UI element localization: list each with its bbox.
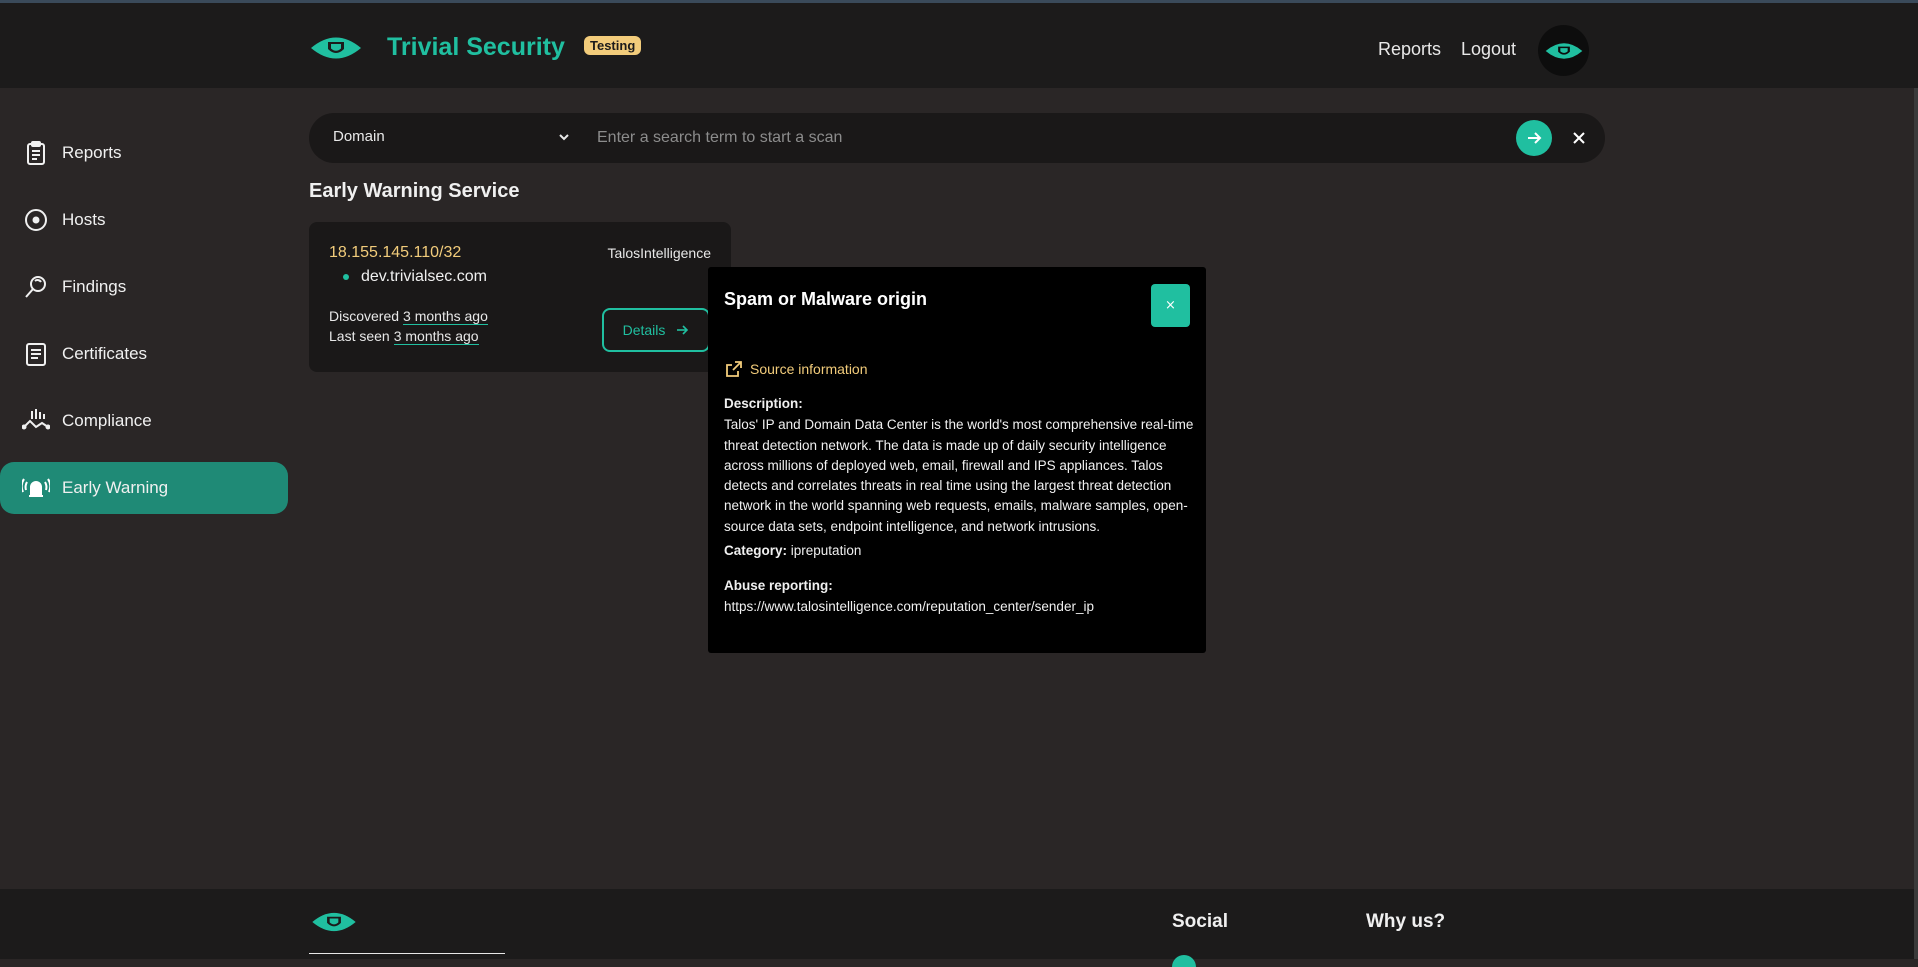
- early-warning-card: 18.155.145.110/32 TalosIntelligence dev.…: [309, 222, 731, 372]
- search-input[interactable]: [597, 126, 1497, 150]
- abuse-url[interactable]: https://www.talosintelligence.com/reputa…: [724, 597, 1194, 617]
- finding-detail-modal: Spam or Malware origin × Source informat…: [708, 267, 1206, 653]
- discovered-value: 3 months ago: [403, 308, 488, 325]
- page-scrollbar[interactable]: [1914, 88, 1918, 959]
- source-information-link[interactable]: Source information: [724, 359, 868, 379]
- search-bar: Domain: [309, 113, 1605, 163]
- bullet-dot: [343, 274, 349, 280]
- document-icon: [26, 343, 46, 366]
- last-seen-value: 3 months ago: [393, 328, 479, 345]
- app-header: Trivial Security Testing Reports Logout: [0, 3, 1918, 88]
- card-hostname: dev.trivialsec.com: [343, 268, 487, 286]
- discovered-label: Discovered: [329, 308, 400, 324]
- sidebar-item-label: Early Warning: [62, 478, 169, 497]
- modal-title: Spam or Malware origin: [724, 289, 928, 309]
- arrow-right-icon: [1528, 132, 1542, 144]
- card-last-seen: Last seen 3 months ago: [329, 328, 479, 345]
- sidebar-item-early-warning[interactable]: Early Warning: [0, 462, 288, 514]
- clear-search-button[interactable]: [1565, 124, 1593, 152]
- alarm-bell-icon: [22, 478, 50, 497]
- last-seen-label: Last seen: [329, 328, 390, 344]
- search-refresh-icon: [25, 276, 46, 298]
- sidebar-item-label: Reports: [62, 143, 122, 162]
- avatar-eye-icon: [1545, 42, 1582, 59]
- category-label: Category:: [724, 543, 788, 559]
- sidebar-item-label: Findings: [62, 277, 127, 296]
- details-label: Details: [622, 322, 666, 338]
- category-row: Category: ipreputation: [724, 541, 1194, 561]
- sidebar-item-findings[interactable]: Findings: [0, 261, 288, 313]
- nav-reports-link[interactable]: Reports: [1378, 39, 1441, 60]
- nav-logout-link[interactable]: Logout: [1461, 39, 1516, 60]
- clipboard-icon: [27, 141, 45, 165]
- sidebar-item-compliance[interactable]: Compliance: [0, 395, 288, 447]
- social-icon[interactable]: [1172, 955, 1196, 967]
- external-link-icon: [726, 361, 742, 377]
- target-icon: [25, 209, 47, 231]
- footer-social-heading: Social: [1172, 911, 1228, 932]
- arrow-right-icon: [677, 325, 689, 335]
- sidebar-item-label: Certificates: [62, 344, 148, 363]
- details-button[interactable]: Details: [602, 308, 710, 352]
- sidebar-item-hosts[interactable]: Hosts: [0, 194, 288, 246]
- card-discovered: Discovered 3 months ago: [329, 308, 488, 325]
- description-label: Description:: [724, 396, 803, 411]
- card-source: TalosIntelligence: [607, 245, 711, 261]
- category-value: ipreputation: [790, 543, 862, 559]
- sidebar-item-label: Compliance: [62, 411, 152, 430]
- card-ip-address: 18.155.145.110/32: [329, 244, 462, 261]
- chart-icon: [22, 409, 50, 430]
- abuse-label: Abuse reporting:: [724, 578, 833, 594]
- close-icon: [1573, 132, 1585, 144]
- brand-name[interactable]: Trivial Security: [387, 33, 565, 62]
- logo-eye-icon[interactable]: [309, 33, 363, 63]
- sidebar-item-reports[interactable]: Reports: [0, 127, 288, 179]
- page-title: Early Warning Service: [309, 180, 520, 202]
- modal-body: Description: Talos' IP and Domain Data C…: [724, 394, 1194, 617]
- chevron-down-icon[interactable]: [557, 130, 571, 144]
- sidebar-item-label: Hosts: [62, 210, 106, 229]
- hostname-text: dev.trivialsec.com: [361, 268, 487, 285]
- source-link-label: Source information: [750, 361, 868, 377]
- page-footer: Social Why us?: [0, 889, 1914, 967]
- sidebar-item-certificates[interactable]: Certificates: [0, 328, 288, 380]
- environment-badge: Testing: [584, 36, 642, 55]
- footer-divider: [309, 953, 505, 954]
- start-scan-button[interactable]: [1516, 120, 1552, 156]
- footer-logo-eye-icon[interactable]: [309, 909, 359, 935]
- description-text: Talos' IP and Domain Data Center is the …: [724, 417, 1194, 534]
- footer-why-heading: Why us?: [1366, 911, 1446, 932]
- modal-close-button[interactable]: ×: [1151, 284, 1190, 327]
- search-type-select[interactable]: Domain: [333, 128, 385, 145]
- avatar[interactable]: [1538, 25, 1589, 76]
